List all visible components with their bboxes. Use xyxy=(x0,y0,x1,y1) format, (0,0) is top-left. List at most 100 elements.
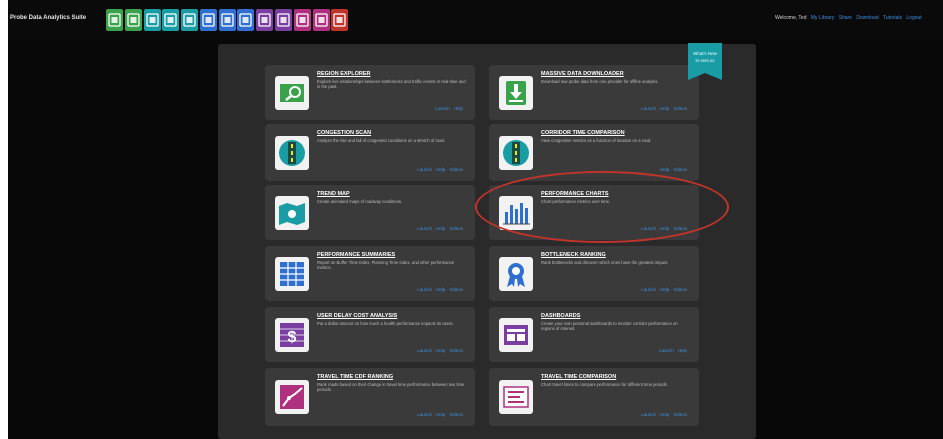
videos-link[interactable]: Videos xyxy=(673,167,687,172)
performance-summaries-tool[interactable] xyxy=(219,9,236,31)
help-link[interactable]: Help xyxy=(436,226,445,231)
tool-card-title[interactable]: USER DELAY COST ANALYSIS xyxy=(317,313,397,319)
app-screen: Probe Data Analytics Suite Welcome, Ted … xyxy=(8,0,943,439)
tool-card-description: Create animated maps of roadway conditio… xyxy=(317,199,403,204)
tool-card-title[interactable]: TRAVEL TIME COMPARISON xyxy=(541,374,616,380)
launch-link[interactable]: Launch xyxy=(659,348,674,353)
tool-card-title[interactable]: TRAVEL TIME CDF RANKING xyxy=(317,374,393,380)
videos-link[interactable]: Videos xyxy=(673,412,687,417)
alerts-tool[interactable] xyxy=(331,9,348,31)
my-library-link[interactable]: My Library xyxy=(811,15,834,21)
tool-card-title[interactable]: CORRIDOR TIME COMPARISON xyxy=(541,130,625,136)
tool-card-region-explorer[interactable]: REGION EXPLORER Explore live relationship… xyxy=(265,65,475,120)
tool-card-congestion-scan[interactable]: CONGESTION SCAN Analyze the rise and fall… xyxy=(265,124,475,181)
help-link[interactable]: Help xyxy=(660,287,669,292)
tool-card-dashboards[interactable]: DASHBOARDS Create your own personal dashb… xyxy=(489,307,699,362)
videos-link[interactable]: Videos xyxy=(449,226,463,231)
region-explorer-tool[interactable] xyxy=(106,9,123,31)
whats-new-ribbon[interactable]: What's New in vers.xx xyxy=(688,43,722,80)
tool-card-links: Help Videos xyxy=(656,167,687,172)
tool-card-trend-map[interactable]: TREND MAP Create animated maps of roadway… xyxy=(265,185,475,240)
launch-link[interactable]: Launch xyxy=(417,412,432,417)
tool-card-links: Launch Help Videos xyxy=(413,287,463,292)
whats-new-line2: in vers.xx xyxy=(695,58,715,63)
tool-card-links: Launch Help xyxy=(655,348,687,353)
help-link[interactable]: Help xyxy=(436,167,445,172)
tool-card-massive-data-downloader[interactable]: MASSIVE DATA DOWNLOADER Download raw prob… xyxy=(489,65,699,120)
corridor-icon xyxy=(499,136,533,170)
travel-time-cdf-tool[interactable] xyxy=(294,9,311,31)
tool-card-description: Download raw probe data from one provide… xyxy=(541,79,659,84)
tool-card-title[interactable]: DASHBOARDS xyxy=(541,313,580,319)
videos-link[interactable]: Videos xyxy=(449,348,463,353)
user-delay-cost-tool[interactable] xyxy=(256,9,273,31)
tutorials-link[interactable]: Tutorials xyxy=(883,15,902,21)
welcome-text: Welcome, Ted xyxy=(775,15,807,21)
videos-link[interactable]: Videos xyxy=(449,412,463,417)
trend-map-icon xyxy=(275,196,309,230)
dollar-icon: $ xyxy=(275,318,309,352)
launch-link[interactable]: Launch xyxy=(417,348,432,353)
launch-link[interactable]: Launch xyxy=(641,287,656,292)
help-link[interactable]: Help xyxy=(436,287,445,292)
tool-card-description: Report on Buffer Time Index, Planning Ti… xyxy=(317,260,455,270)
tool-card-title[interactable]: TREND MAP xyxy=(317,191,350,197)
launch-link[interactable]: Launch xyxy=(417,226,432,231)
data-downloader-tool[interactable] xyxy=(125,9,142,31)
videos-link[interactable]: Videos xyxy=(673,287,687,292)
tool-card-description: Explore live relationships between bottl… xyxy=(317,79,466,89)
download-link[interactable]: Download xyxy=(856,15,878,21)
help-link[interactable]: Help xyxy=(660,412,669,417)
tool-card-description: Create your own personal dashboards to m… xyxy=(541,321,678,331)
tool-card-title[interactable]: REGION EXPLORER xyxy=(317,71,370,77)
svg-text:$: $ xyxy=(288,329,297,346)
videos-link[interactable]: Videos xyxy=(449,167,463,172)
tool-card-title[interactable]: MASSIVE DATA DOWNLOADER xyxy=(541,71,624,77)
comparison-list-icon xyxy=(499,380,533,414)
whats-new-line1: What's New xyxy=(693,51,717,56)
videos-link[interactable]: Videos xyxy=(449,287,463,292)
welcome-area: Welcome, Ted My Library Share Download T… xyxy=(775,15,922,21)
tool-card-user-delay-cost-analysis[interactable]: $ USER DELAY COST ANALYSIS Put a dollar am… xyxy=(265,307,475,362)
top-toolbar: Probe Data Analytics Suite Welcome, Ted … xyxy=(8,0,943,40)
cdf-chart-icon xyxy=(275,380,309,414)
help-link[interactable]: Help xyxy=(660,167,669,172)
dashboards-tool[interactable] xyxy=(275,9,292,31)
launch-link[interactable]: Launch xyxy=(435,106,450,111)
tool-card-links: Launch Help Videos xyxy=(413,167,463,172)
corridor-comparison-tool[interactable] xyxy=(162,9,179,31)
tool-card-title[interactable]: CONGESTION SCAN xyxy=(317,130,371,136)
help-link[interactable]: Help xyxy=(436,412,445,417)
tool-card-performance-summaries[interactable]: PERFORMANCE SUMMARIES Report on Buffer Ti… xyxy=(265,246,475,301)
help-link[interactable]: Help xyxy=(454,106,463,111)
tool-card-description: Chart travel times to compare performanc… xyxy=(541,382,668,387)
tool-card-links: Launch Help Videos xyxy=(413,412,463,417)
map-search-icon xyxy=(275,76,309,110)
help-link[interactable]: Help xyxy=(660,106,669,111)
share-link[interactable]: Share xyxy=(839,15,852,21)
launch-link[interactable]: Launch xyxy=(417,287,432,292)
ribbon-award-icon xyxy=(499,257,533,291)
tool-card-links: Launch Help Videos xyxy=(637,412,687,417)
performance-charts-tool[interactable] xyxy=(200,9,217,31)
logout-link[interactable]: Logout xyxy=(906,15,921,21)
tool-card-title[interactable]: BOTTLENECK RANKING xyxy=(541,252,606,258)
congestion-scan-tool[interactable] xyxy=(144,9,161,31)
launch-link[interactable]: Launch xyxy=(641,106,656,111)
launch-link[interactable]: Launch xyxy=(641,412,656,417)
tool-card-travel-time-cdf-ranking[interactable]: TRAVEL TIME CDF RANKING Rank roads based … xyxy=(265,368,475,426)
help-link[interactable]: Help xyxy=(436,348,445,353)
trend-map-tool[interactable] xyxy=(181,9,198,31)
bottleneck-ranking-tool[interactable] xyxy=(237,9,254,31)
tool-card-bottleneck-ranking[interactable]: BOTTLENECK RANKING Rank bottlenecks and d… xyxy=(489,246,699,301)
tool-card-travel-time-comparison[interactable]: TRAVEL TIME COMPARISON Chart travel times… xyxy=(489,368,699,426)
dashboard-icon xyxy=(499,318,533,352)
tool-card-title[interactable]: PERFORMANCE SUMMARIES xyxy=(317,252,395,258)
tool-card-links: Launch Help Videos xyxy=(413,226,463,231)
tool-card-description: Rank roads based on their change in trav… xyxy=(317,382,465,392)
help-link[interactable]: Help xyxy=(678,348,687,353)
travel-time-comparison-tool[interactable] xyxy=(313,9,330,31)
launch-link[interactable]: Launch xyxy=(417,167,432,172)
app-title: Probe Data Analytics Suite xyxy=(10,15,87,21)
videos-link[interactable]: Videos xyxy=(673,106,687,111)
